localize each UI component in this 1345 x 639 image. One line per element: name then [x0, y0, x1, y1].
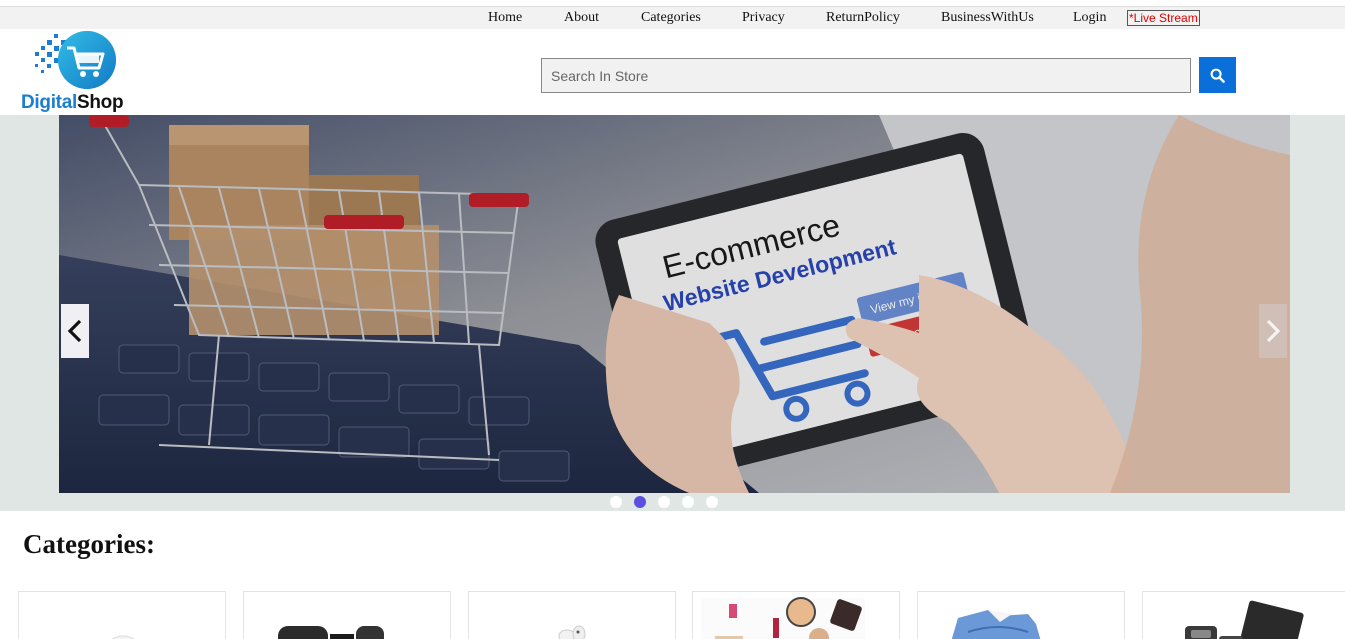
shirt-image	[951, 610, 1041, 639]
search-icon	[1210, 68, 1225, 83]
category-list	[18, 591, 1345, 639]
logo-text-digital: Digital	[21, 92, 77, 113]
category-card-electronics[interactable]	[1142, 591, 1345, 639]
carousel-dot-2[interactable]	[634, 496, 646, 508]
carousel-dot-4[interactable]	[682, 496, 694, 508]
category-card-earbuds[interactable]	[18, 591, 226, 639]
nav-categories-link[interactable]: Categories	[641, 10, 701, 26]
earbuds-image	[111, 635, 135, 639]
shopping-cart-icon	[35, 31, 116, 89]
site-logo[interactable]: DigitalShop	[21, 30, 131, 114]
carousel-dot-1[interactable]	[610, 496, 622, 508]
laptop-image	[1185, 600, 1304, 639]
logo-wordmark: DigitalShop	[21, 92, 124, 114]
carousel-next-button[interactable]	[1259, 304, 1287, 358]
top-nav-bar: Home About Categories Privacy ReturnPoli…	[0, 6, 1345, 29]
chevron-right-icon	[1266, 319, 1281, 343]
carousel-dot-5[interactable]	[706, 496, 718, 508]
headphones-image	[558, 625, 586, 639]
nav-privacy-link[interactable]: Privacy	[742, 10, 785, 26]
cosmetics-image	[701, 597, 865, 639]
live-stream-link[interactable]: *Live Stream	[1127, 10, 1200, 26]
nav-login-link[interactable]: Login	[1073, 10, 1106, 26]
search-input[interactable]	[541, 58, 1191, 93]
category-card-cosmetics[interactable]	[692, 591, 900, 639]
chevron-left-icon	[67, 319, 82, 343]
hero-carousel: E-commerce Website Development 3 View my…	[0, 115, 1345, 511]
carousel-prev-button[interactable]	[61, 304, 89, 358]
search-button[interactable]	[1199, 57, 1236, 93]
main-nav: Home About Categories Privacy ReturnPoli…	[0, 7, 1345, 30]
category-card-headphones[interactable]	[468, 591, 676, 639]
category-card-smartwatch[interactable]	[243, 591, 451, 639]
nav-home-link[interactable]: Home	[488, 10, 522, 26]
categories-heading: Categories:	[23, 529, 155, 559]
nav-about-link[interactable]: About	[564, 10, 599, 26]
category-card-clothing[interactable]	[917, 591, 1125, 639]
nav-return-policy-link[interactable]: ReturnPolicy	[826, 10, 900, 26]
carousel-slide: E-commerce Website Development 3 View my…	[59, 115, 1290, 493]
carousel-indicators	[610, 496, 718, 508]
smartwatch-image	[278, 626, 384, 639]
carousel-dot-3[interactable]	[658, 496, 670, 508]
nav-business-link[interactable]: BusinessWithUs	[941, 10, 1034, 26]
ecommerce-slide-image: E-commerce Website Development 3 View my…	[59, 115, 1290, 493]
logo-text-shop: Shop	[76, 92, 124, 113]
